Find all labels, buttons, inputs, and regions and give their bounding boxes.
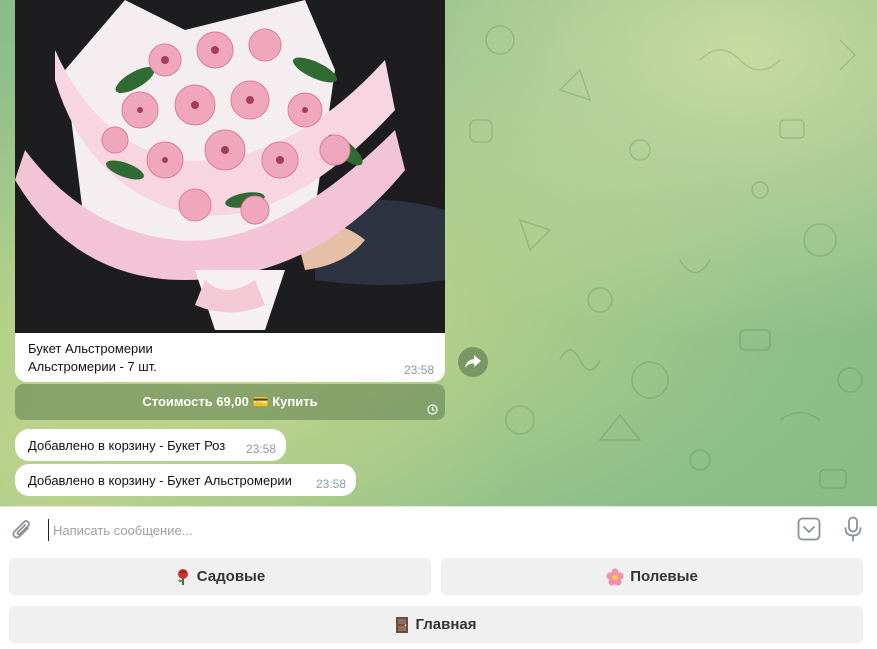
rose-icon xyxy=(175,568,191,586)
reply-keyboard: Садовые Полевые Главная xyxy=(0,552,877,649)
bouquet-photo[interactable] xyxy=(15,0,445,333)
paperclip-icon xyxy=(12,520,30,539)
buy-button-label: Стоимость 69,00 💳 Купить xyxy=(142,394,318,409)
message-time: 23:58 xyxy=(245,442,276,456)
voice-record-button[interactable] xyxy=(843,516,863,547)
photo-caption: Букет Альстромерии Альстромерии - 7 шт. xyxy=(28,340,157,376)
message-text: Добавлено в корзину - Букет Роз xyxy=(28,437,226,453)
buy-inline-button[interactable]: Стоимость 69,00 💳 Купить xyxy=(15,384,445,420)
caption-detail: Альстромерии - 7 шт. xyxy=(28,359,157,374)
keyboard-toggle-button[interactable] xyxy=(797,517,821,546)
door-icon xyxy=(395,616,409,634)
forward-button[interactable] xyxy=(458,347,488,377)
chat-area[interactable]: Букет Альстромерии Альстромерии - 7 шт. … xyxy=(0,0,877,506)
clock-icon xyxy=(427,404,438,415)
message-time: 23:58 xyxy=(403,363,434,377)
keyboard-button-label: Полевые xyxy=(630,568,698,585)
caption-title: Букет Альстромерии xyxy=(28,341,153,356)
keyboard-button-garden[interactable]: Садовые xyxy=(9,558,431,595)
attach-button[interactable] xyxy=(11,518,33,547)
keyboard-button-label: Садовые xyxy=(196,568,266,585)
message-bubble[interactable]: Добавлено в корзину - Букет Альстромерии… xyxy=(15,464,356,496)
microphone-icon xyxy=(844,516,862,542)
message-input[interactable] xyxy=(48,519,777,541)
share-arrow-icon xyxy=(465,355,481,368)
photo-message[interactable]: Букет Альстромерии Альстромерии - 7 шт. … xyxy=(15,0,445,382)
keyboard-button-label: Главная xyxy=(415,616,477,633)
keyboard-toggle-icon xyxy=(797,517,821,541)
message-text: Добавлено в корзину - Букет Альстромерии xyxy=(28,472,292,488)
blossom-icon xyxy=(606,567,624,586)
message-composer xyxy=(0,506,877,552)
keyboard-button-main[interactable]: Главная xyxy=(9,606,863,643)
message-bubble[interactable]: Добавлено в корзину - Букет Роз 23:58 xyxy=(15,429,286,461)
message-time: 23:58 xyxy=(315,477,346,491)
keyboard-button-field[interactable]: Полевые xyxy=(441,558,863,595)
